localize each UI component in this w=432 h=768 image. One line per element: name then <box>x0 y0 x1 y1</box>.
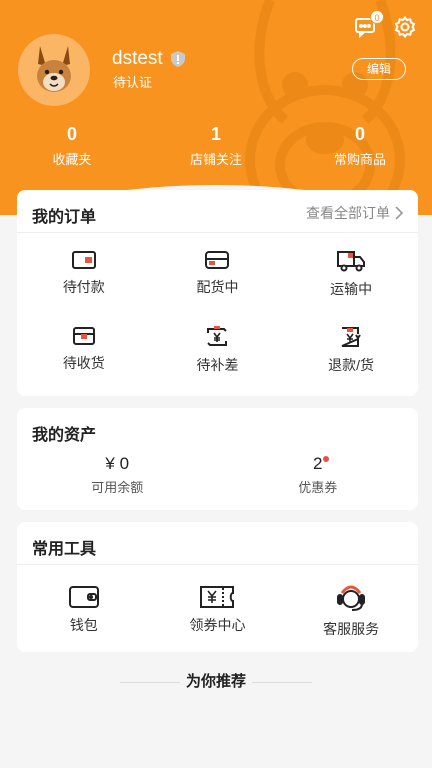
balance-label: 可用余额 <box>91 480 144 495</box>
stat-frequent-items[interactable]: 0 常购商品 <box>288 124 432 168</box>
order-shipping[interactable]: 运输中 <box>284 233 418 309</box>
stat-value: 0 <box>66 124 77 144</box>
order-status-label: 待收货 <box>62 355 105 371</box>
stat-label: 常购商品 <box>333 152 386 167</box>
truck-icon <box>337 251 366 272</box>
coupon-value: 2 <box>313 454 323 473</box>
order-status-label: 运输中 <box>330 281 373 297</box>
stats-row: 0 收藏夹 1 店铺关注 0 常购商品 <box>0 124 432 168</box>
stat-value: 0 <box>354 124 365 144</box>
wallet-icon <box>68 586 99 608</box>
balance-item[interactable]: ¥ 0 可用余额 <box>17 454 218 496</box>
order-status-label: 配货中 <box>196 279 239 295</box>
coupon-icon <box>200 586 235 608</box>
order-status-grid: 待付款 配货中 运输中 待收货 待补差 退款/货 <box>17 233 418 385</box>
divider-right <box>252 682 312 683</box>
assets-title: 我的资产 <box>32 427 97 444</box>
tool-wallet[interactable]: 钱包 <box>17 565 151 651</box>
tool-coupon-center[interactable]: 领券中心 <box>151 565 285 651</box>
username: dstest <box>112 48 163 69</box>
stat-favorites[interactable]: 0 收藏夹 <box>0 124 144 168</box>
gear-icon <box>394 15 416 39</box>
chevron-right-icon <box>395 206 404 220</box>
avatar[interactable] <box>18 34 90 106</box>
stat-label: 店铺关注 <box>189 152 242 167</box>
tool-label: 客服服务 <box>323 621 380 637</box>
coupon-item[interactable]: 2 优惠券 <box>218 454 419 496</box>
order-refund[interactable]: 退款/货 <box>284 309 418 385</box>
order-preparing[interactable]: 配货中 <box>151 233 285 309</box>
top-icons: 0 <box>352 10 418 40</box>
view-all-orders-link[interactable]: 查看全部订单 <box>306 203 404 223</box>
tools-title: 常用工具 <box>17 522 418 565</box>
shield-icon <box>170 51 185 67</box>
stat-label: 收藏夹 <box>52 152 92 167</box>
yen-refresh-icon <box>207 326 228 346</box>
recommend-title: 为你推荐 <box>185 673 246 690</box>
orders-card: 我的订单 查看全部订单 待付款 配货中 运输中 待收货 待补差 退款/货 <box>17 190 418 396</box>
wallet-icon <box>71 251 96 269</box>
tools-grid: 钱包 领券中心 客服服务 <box>17 565 418 651</box>
coupon-value-wrap: 2 <box>313 454 330 474</box>
order-pending-payment[interactable]: 待付款 <box>17 233 151 309</box>
stat-shop-follows[interactable]: 1 店铺关注 <box>144 124 288 168</box>
order-awaiting-supplement[interactable]: 待补差 <box>151 309 285 385</box>
coupon-dot-badge <box>323 456 330 462</box>
tool-customer-service[interactable]: 客服服务 <box>284 565 418 651</box>
settings-button[interactable] <box>392 14 418 40</box>
message-button[interactable]: 0 <box>352 10 384 40</box>
package-icon <box>72 327 95 345</box>
refund-icon <box>341 327 361 347</box>
tool-label: 领券中心 <box>189 617 246 633</box>
tool-label: 钱包 <box>69 617 98 633</box>
assets-row: ¥ 0 可用余额 2 优惠券 <box>17 448 418 496</box>
order-status-label: 待付款 <box>62 279 105 295</box>
box-icon <box>205 251 230 269</box>
order-status-label: 退款/货 <box>328 357 375 373</box>
message-count-badge: 0 <box>370 10 384 24</box>
balance-value: ¥ 0 <box>105 454 130 473</box>
order-awaiting-receipt[interactable]: 待收货 <box>17 309 151 385</box>
assets-card: 我的资产 ¥ 0 可用余额 2 优惠券 <box>17 408 418 510</box>
stat-value: 1 <box>210 124 221 144</box>
coupon-label: 优惠券 <box>298 480 338 495</box>
kangaroo-avatar-icon <box>37 46 71 92</box>
edit-profile-button[interactable]: 编辑 <box>352 58 406 80</box>
verify-status: 待认证 <box>113 75 153 90</box>
view-all-orders-label: 查看全部订单 <box>306 205 390 221</box>
tools-card: 常用工具 钱包 领券中心 客服服务 <box>17 522 418 652</box>
customer-service-icon <box>337 585 366 611</box>
order-status-label: 待补差 <box>196 357 239 373</box>
username-row: dstest <box>112 48 187 70</box>
